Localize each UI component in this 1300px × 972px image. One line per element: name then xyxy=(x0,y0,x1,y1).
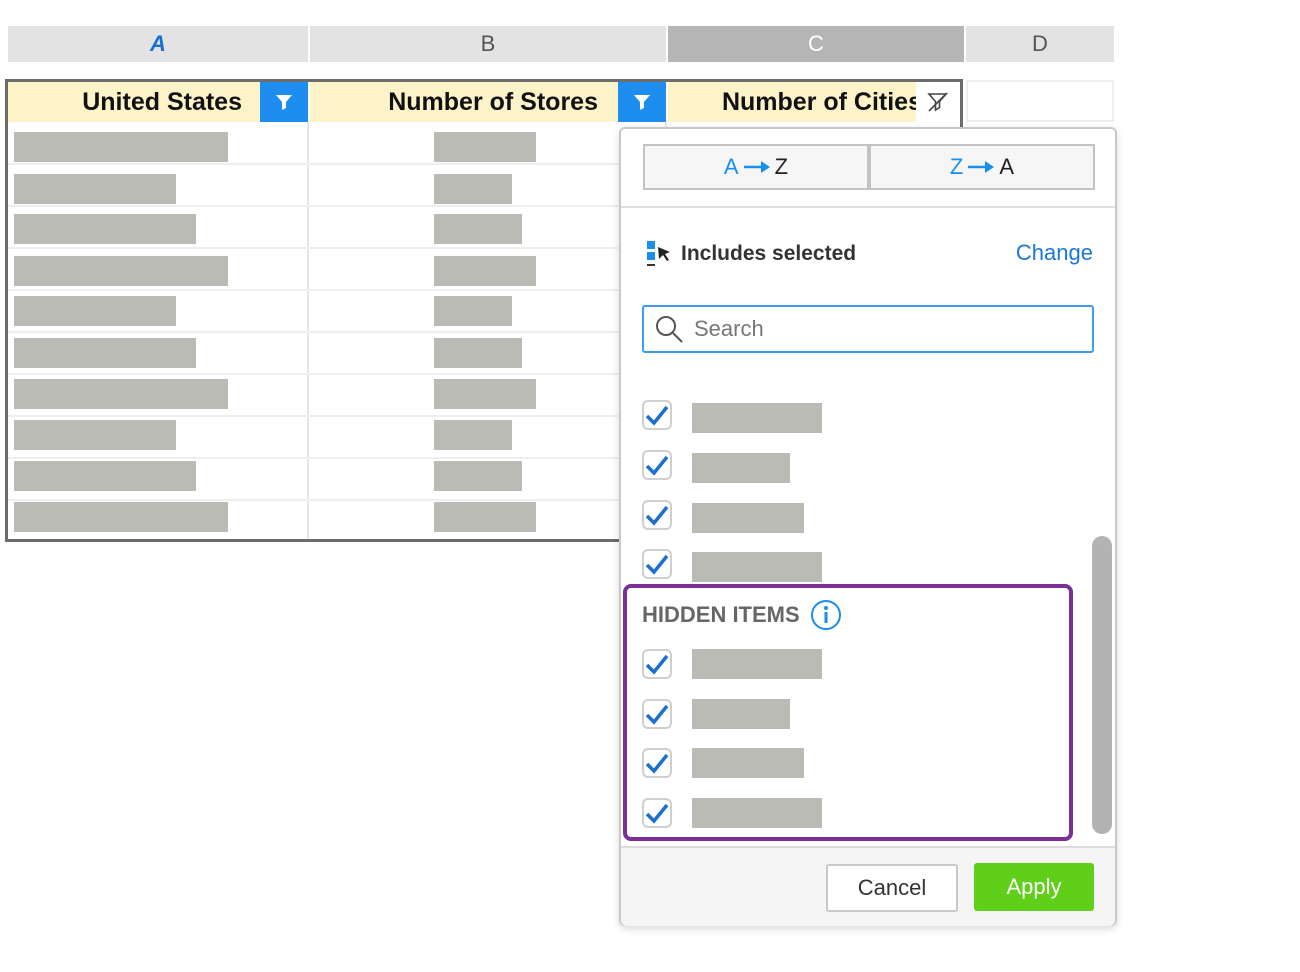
redacted-cell[interactable] xyxy=(14,502,228,532)
redacted-cell[interactable] xyxy=(14,338,196,368)
redacted-cell[interactable] xyxy=(434,174,512,204)
list-scrollbar[interactable] xyxy=(1092,536,1112,834)
item-label-redacted[interactable] xyxy=(692,453,790,483)
filter-clear-button-col-c[interactable] xyxy=(916,82,960,122)
header-label: Number of Stores xyxy=(388,87,598,116)
hidden-item-checkbox[interactable] xyxy=(642,798,672,828)
item-checkbox[interactable] xyxy=(642,549,672,579)
hidden-item-label-redacted[interactable] xyxy=(692,649,822,679)
column-header-b[interactable]: B xyxy=(310,26,666,62)
sort-from-label: Z xyxy=(949,154,964,179)
checkmark-icon xyxy=(645,654,669,675)
redacted-cell[interactable] xyxy=(14,214,196,244)
info-icon[interactable] xyxy=(810,599,842,631)
filter-dropdown: A Z Z A Includes selected Change Search … xyxy=(619,127,1117,926)
checkmark-icon xyxy=(645,455,669,476)
redacted-cell[interactable] xyxy=(14,256,228,286)
search-box[interactable] xyxy=(642,305,1094,353)
checkmark-icon xyxy=(645,704,669,725)
filter-icon xyxy=(634,95,650,110)
search-icon xyxy=(656,316,683,343)
column-header-c[interactable]: C xyxy=(668,26,964,62)
redacted-cell[interactable] xyxy=(14,174,176,204)
filter-mode: Includes selected xyxy=(645,239,856,269)
redacted-cell[interactable] xyxy=(434,420,512,450)
hidden-item-label-redacted[interactable] xyxy=(692,699,790,729)
header-label: Number of Cities xyxy=(721,87,916,116)
checkmark-icon xyxy=(645,405,669,426)
apply-button[interactable]: Apply xyxy=(974,863,1094,911)
item-label-redacted[interactable] xyxy=(692,552,822,582)
hidden-item-checkbox[interactable] xyxy=(642,748,672,778)
hidden-items-title: HIDDEN ITEMS xyxy=(642,599,842,631)
redacted-cell[interactable] xyxy=(14,461,196,491)
checkmark-icon xyxy=(645,803,669,824)
dropdown-footer: Cancel Apply xyxy=(621,846,1115,926)
redacted-cell[interactable] xyxy=(14,420,176,450)
item-checkbox[interactable] xyxy=(642,500,672,530)
sort-z-to-a-button[interactable]: Z A xyxy=(869,144,1095,190)
column-header-d[interactable]: D xyxy=(966,26,1114,62)
redacted-cell[interactable] xyxy=(434,132,536,162)
cancel-button[interactable]: Cancel xyxy=(826,864,958,912)
header-cell-number-of-cities[interactable]: Number of Cities xyxy=(668,82,916,122)
checkmark-icon xyxy=(645,554,669,575)
sort-to-label: Z xyxy=(774,154,789,179)
redacted-cell[interactable] xyxy=(14,379,228,409)
filter-button-col-a[interactable] xyxy=(260,82,308,122)
header-cell-number-of-stores[interactable]: Number of Stores xyxy=(310,82,618,122)
hidden-item-checkbox[interactable] xyxy=(642,699,672,729)
redacted-cell[interactable] xyxy=(434,461,522,491)
cursor-select-icon xyxy=(647,241,670,266)
sort-to-label: A xyxy=(999,154,1015,179)
sort-a-to-z-button[interactable]: A Z xyxy=(643,144,869,190)
redacted-cell[interactable] xyxy=(434,338,522,368)
item-label-redacted[interactable] xyxy=(692,403,822,433)
hidden-item-label-redacted[interactable] xyxy=(692,798,822,828)
checkmark-icon xyxy=(645,753,669,774)
filter-mode-label: Includes selected xyxy=(681,242,857,265)
filter-clear-icon xyxy=(927,92,948,112)
filter-icon xyxy=(276,95,292,110)
arrow-right-icon xyxy=(743,161,770,173)
header-cell-united-states[interactable]: United States xyxy=(8,82,260,122)
hidden-items-label: HIDDEN ITEMS xyxy=(642,602,800,627)
header-label: United States xyxy=(82,87,242,116)
column-header-a[interactable]: A xyxy=(8,26,308,62)
change-link[interactable]: Change xyxy=(1016,240,1093,266)
checkmark-icon xyxy=(645,505,669,526)
hidden-item-checkbox[interactable] xyxy=(642,649,672,679)
redacted-cell[interactable] xyxy=(434,379,536,409)
redacted-cell[interactable] xyxy=(14,132,228,162)
redacted-cell[interactable] xyxy=(434,256,536,286)
redacted-cell[interactable] xyxy=(14,296,176,326)
item-label-redacted[interactable] xyxy=(692,503,804,533)
filter-button-col-b[interactable] xyxy=(618,82,666,122)
item-checkbox[interactable] xyxy=(642,400,672,430)
search-input[interactable] xyxy=(692,315,1076,343)
item-checkbox[interactable] xyxy=(642,450,672,480)
redacted-cell[interactable] xyxy=(434,502,536,532)
sort-from-label: A xyxy=(723,154,739,179)
arrow-right-icon xyxy=(968,161,995,173)
redacted-cell[interactable] xyxy=(434,214,522,244)
cell-d1[interactable] xyxy=(966,80,1114,122)
hidden-item-label-redacted[interactable] xyxy=(692,748,804,778)
redacted-cell[interactable] xyxy=(434,296,512,326)
